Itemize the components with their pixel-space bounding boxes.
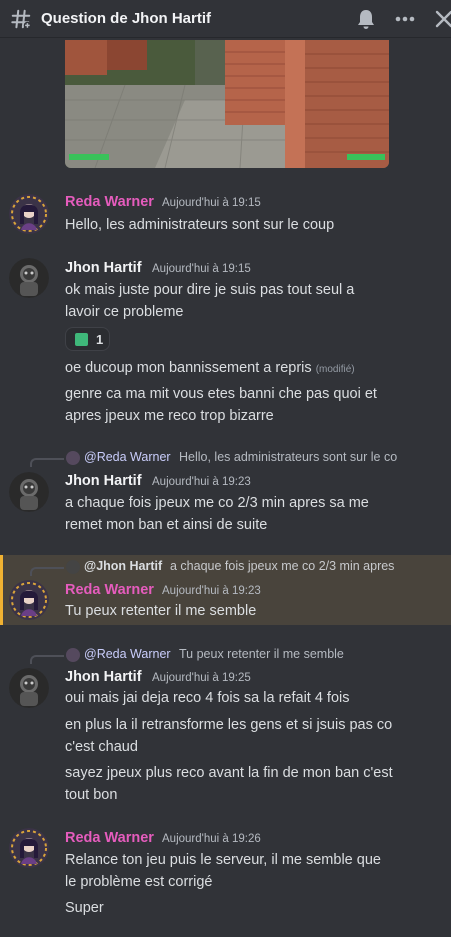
author-name[interactable]: Reda Warner: [65, 194, 154, 210]
jhon-avatar-icon: [9, 668, 49, 708]
thread-icon: [11, 9, 32, 30]
reply-avatar: [66, 451, 80, 465]
reda-avatar-icon: [9, 580, 49, 620]
jhon-avatar-icon: [9, 258, 49, 298]
message-text: oe ducoup mon bannissement a repris (mod…: [65, 360, 355, 376]
reply-spine: [30, 458, 64, 467]
timestamp: Aujourd'hui à 19:25: [152, 672, 251, 684]
reply-mention[interactable]: @Jhon Hartif: [84, 559, 162, 573]
reply-text: a chaque fois jpeux me co 2/3 min apres: [170, 559, 395, 573]
highlight-bar: [0, 555, 3, 625]
edited-label: (modifié): [315, 364, 355, 375]
author-name[interactable]: Jhon Hartif: [65, 260, 142, 276]
message-text: apres jpeux me reco trop bizarre: [65, 408, 274, 424]
reply-mention[interactable]: @Reda Warner: [84, 647, 171, 661]
message-text: tout bon: [65, 787, 118, 803]
author-name[interactable]: Reda Warner: [65, 830, 154, 846]
author-name[interactable]: Jhon Hartif: [65, 669, 142, 685]
thread-title: Question de Jhon Hartif: [41, 10, 212, 27]
reply-preview[interactable]: @Reda Warner Tu peux retenter il me semb…: [20, 646, 440, 664]
reply-preview[interactable]: @Reda Warner Hello, les administrateurs …: [20, 449, 420, 467]
message-text: ok mais juste pour dire je suis pas tout…: [65, 282, 355, 298]
avatar[interactable]: [9, 258, 49, 298]
message-text: Super: [65, 900, 104, 916]
message-text: remet mon ban et ainsi de suite: [65, 517, 268, 533]
message-text: Hello, les administrateurs sont sur le c…: [65, 217, 335, 233]
message-text: oui mais jai deja reco 4 fois sa la refa…: [65, 690, 350, 706]
reply-avatar: [66, 648, 80, 662]
avatar[interactable]: [9, 828, 49, 868]
timestamp: Aujourd'hui à 19:23: [152, 476, 251, 488]
reaction-count: 1: [96, 332, 104, 347]
avatar[interactable]: [9, 580, 49, 620]
message-text: lavoir ce probleme: [65, 304, 184, 320]
bell-icon[interactable]: [354, 7, 378, 31]
reply-text: Tu peux retenter il me semble: [179, 647, 344, 661]
reply-text: Hello, les administrateurs sont sur le c…: [179, 450, 398, 464]
close-icon[interactable]: [432, 7, 451, 31]
message-text: c'est chaud: [65, 739, 138, 755]
thread-header: Question de Jhon Hartif: [0, 0, 451, 38]
reaction-button[interactable]: 1: [65, 327, 110, 351]
avatar[interactable]: [9, 194, 49, 234]
book-emoji-icon: [75, 333, 88, 346]
reply-spine: [30, 655, 64, 664]
avatar[interactable]: [9, 668, 49, 708]
jhon-avatar-icon: [9, 472, 49, 512]
reda-avatar-icon: [9, 194, 49, 234]
screenshot-attachment[interactable]: [65, 40, 389, 168]
reply-mention[interactable]: @Reda Warner: [84, 450, 171, 464]
reply-avatar: [66, 560, 80, 574]
timestamp: Aujourd'hui à 19:23: [162, 585, 261, 597]
message-text: sayez jpeux plus reco avant la fin de mo…: [65, 765, 393, 781]
author-name[interactable]: Reda Warner: [65, 582, 154, 598]
message-text: en plus la il retransforme les gens et s…: [65, 717, 393, 733]
author-name[interactable]: Jhon Hartif: [65, 473, 142, 489]
message-text: le problème est corrigé: [65, 874, 213, 890]
timestamp: Aujourd'hui à 19:15: [152, 263, 251, 275]
reply-preview[interactable]: @Jhon Hartif a chaque fois jpeux me co 2…: [20, 558, 440, 576]
timestamp: Aujourd'hui à 19:15: [162, 197, 261, 209]
message-text: genre ca ma mit vous etes banni che pas …: [65, 386, 377, 402]
reply-spine: [30, 567, 64, 576]
message-text: a chaque fois jpeux me co 2/3 min apres …: [65, 495, 369, 511]
avatar[interactable]: [9, 472, 49, 512]
message-text: Tu peux retenter il me semble: [65, 603, 257, 619]
more-icon[interactable]: [393, 7, 417, 31]
timestamp: Aujourd'hui à 19:26: [162, 833, 261, 845]
message-text: Relance ton jeu puis le serveur, il me s…: [65, 852, 381, 868]
reda-avatar-icon: [9, 828, 49, 868]
